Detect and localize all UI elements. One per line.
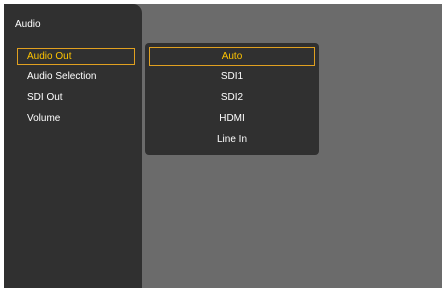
option-sdi1[interactable]: SDI1 [149,68,315,87]
audio-out-dropdown: Auto SDI1 SDI2 HDMI Line In [145,43,319,155]
menu-item-audio-out[interactable]: Audio Out [17,48,135,65]
option-hdmi[interactable]: HDMI [149,110,315,129]
menu-item-audio-selection[interactable]: Audio Selection [17,69,135,86]
option-auto[interactable]: Auto [149,47,315,66]
sidebar-panel: Audio Audio Out Audio Selection SDI Out … [4,4,142,288]
sidebar-title: Audio [15,19,41,30]
option-line-in[interactable]: Line In [149,131,315,150]
option-sdi2[interactable]: SDI2 [149,89,315,108]
menu-item-sdi-out[interactable]: SDI Out [17,90,135,107]
menu-item-volume[interactable]: Volume [17,111,135,128]
